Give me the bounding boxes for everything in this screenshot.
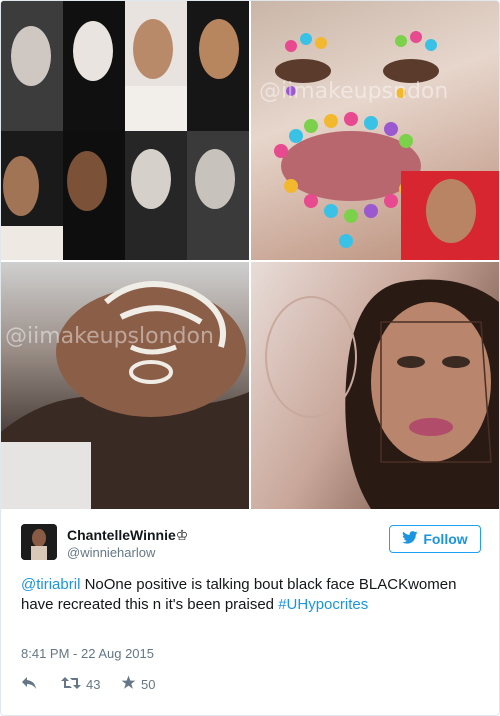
photo-jeweled-makeup[interactable]: @iimakeupsndon [251,1,499,260]
portrait-grid-illustration [1,1,249,260]
hashtag-link[interactable]: #UHypocrites [278,596,368,613]
reply-icon [21,676,37,693]
star-icon [121,675,136,693]
tweet-card: @iimakeupsndon @iimakeupslondon Chantell… [0,0,500,716]
photo-portrait-grid[interactable] [1,1,249,260]
tweet-header: ChantelleWinnie♔ @winnieharlow Follow [21,524,481,564]
retweet-count: 43 [86,676,101,692]
follow-button[interactable]: Follow [389,525,481,553]
avatar[interactable] [21,524,57,560]
media-watermark: @iimakeupsndon [259,79,449,104]
reply-button[interactable] [21,676,61,693]
tweet-body: NoOne positive is talking bout black fac… [21,576,457,613]
author-handle[interactable]: @winnieharlow [67,545,155,560]
author-display-name[interactable]: ChantelleWinnie♔ [67,527,188,544]
retweet-icon [61,676,81,693]
media-watermark: @iimakeupslondon [5,324,214,349]
tweet-actions: 43 50 [21,675,155,693]
beaded-face-illustration [1,281,249,509]
retweet-button[interactable]: 43 [61,676,121,693]
like-button[interactable]: 50 [121,675,155,693]
mention-link[interactable]: @tiriabril [21,576,80,593]
overlay-face-illustration [265,279,499,509]
photo-face-overlay[interactable] [251,262,499,509]
tweet-text: @tiriabril NoOne positive is talking bou… [21,575,481,615]
twitter-bird-icon [402,531,418,547]
photo-beaded-face[interactable]: @iimakeupslondon [1,262,249,509]
tweet-media-collage[interactable]: @iimakeupsndon @iimakeupslondon [1,1,499,509]
jeweled-face-illustration [274,31,499,260]
like-count: 50 [141,676,156,692]
tweet-timestamp[interactable]: 8:41 PM - 22 Aug 2015 [21,646,154,661]
follow-label: Follow [423,531,468,547]
